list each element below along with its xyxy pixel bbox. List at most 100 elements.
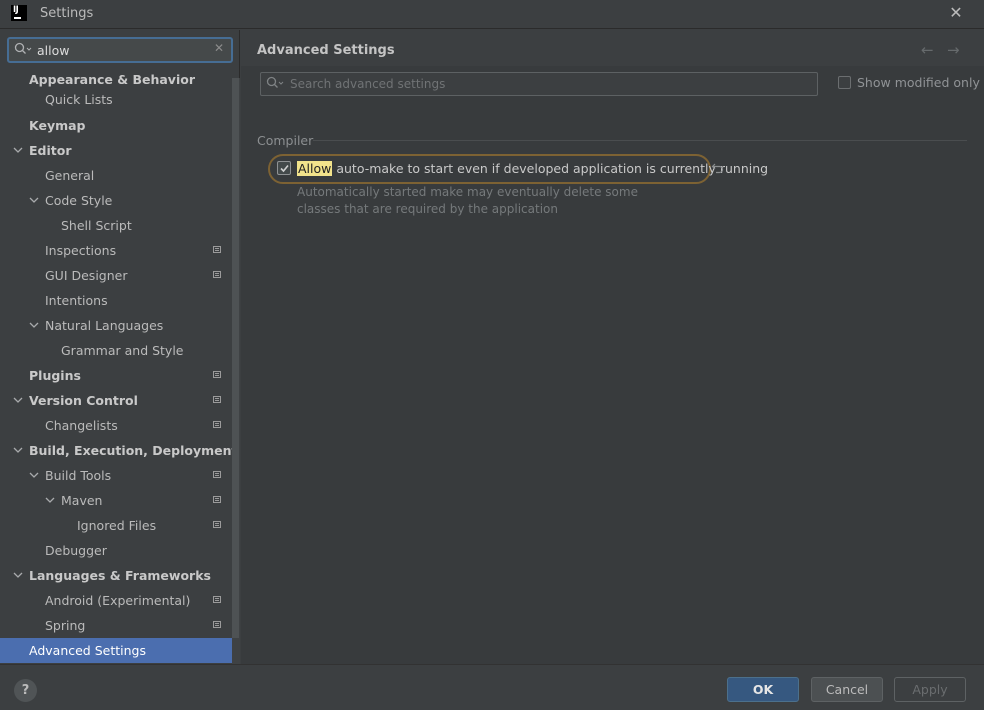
tree-item-label: Languages & Frameworks <box>29 568 211 583</box>
project-settings-icon <box>213 421 221 428</box>
option-label-rest: auto-make to start even if developed app… <box>332 161 769 176</box>
content-header: Advanced Settings ← → <box>241 30 984 66</box>
tree-item-natural-languages[interactable]: Natural Languages <box>0 313 232 338</box>
tree-item-appearance-behavior[interactable]: Appearance & Behavior <box>0 70 232 95</box>
chevron-down-icon[interactable] <box>12 563 24 588</box>
reset-to-default-icon[interactable] <box>711 162 725 177</box>
tree-item-label: Debugger <box>45 543 107 558</box>
tree-item-advanced-settings[interactable]: Advanced Settings <box>0 638 240 663</box>
tree-item-label: Editor <box>29 143 72 158</box>
tree-item-gui-designer[interactable]: GUI Designer <box>0 263 232 288</box>
allow-auto-make-checkbox[interactable] <box>277 161 291 175</box>
chevron-down-icon[interactable] <box>12 438 24 463</box>
tree-item-changelists[interactable]: Changelists <box>0 413 232 438</box>
advanced-settings-search-box[interactable] <box>260 72 818 96</box>
tree-item-build-execution-deployment[interactable]: Build, Execution, Deployment <box>0 438 237 463</box>
tree-item-label: Spring <box>45 618 86 633</box>
chevron-down-icon[interactable] <box>12 138 24 163</box>
ok-button[interactable]: OK <box>727 677 799 702</box>
project-settings-icon <box>213 371 221 378</box>
tree-item-editor[interactable]: Editor <box>0 138 232 163</box>
tree-item-label: Build Tools <box>45 468 112 483</box>
tree-item-code-style[interactable]: Code Style <box>0 188 232 213</box>
project-settings-icon <box>213 496 221 503</box>
tree-item-label: Grammar and Style <box>61 343 184 358</box>
chevron-down-icon[interactable] <box>12 388 24 413</box>
show-modified-only-label: Show modified only <box>857 75 980 90</box>
intellij-app-icon: IJ <box>11 5 27 21</box>
tree-item-quick-lists[interactable]: Quick Lists <box>0 92 232 113</box>
option-description: Automatically started make may eventuall… <box>297 185 638 216</box>
tree-item-maven[interactable]: Maven <box>0 488 232 513</box>
tree-item-label: Changelists <box>45 418 118 433</box>
tree-item-label: Appearance & Behavior <box>29 72 195 87</box>
sidebar-scrollbar-thumb[interactable] <box>232 78 239 638</box>
tree-item-intentions[interactable]: Intentions <box>0 288 232 313</box>
back-arrow-icon[interactable]: ← <box>921 41 934 59</box>
settings-tree: Appearance & Behavior Quick Lists Keymap… <box>0 70 240 663</box>
title-bar: IJ Settings ✕ <box>0 0 984 29</box>
section-title-compiler: Compiler <box>257 133 314 148</box>
tree-item-build-tools[interactable]: Build Tools <box>0 463 232 488</box>
help-button[interactable]: ? <box>14 679 37 702</box>
search-icon <box>266 76 284 93</box>
checkbox-box[interactable] <box>838 76 851 89</box>
dialog-footer: ? OK Cancel Apply <box>0 664 984 710</box>
project-settings-icon <box>213 471 221 478</box>
tree-item-shell-script[interactable]: Shell Script <box>0 213 232 238</box>
search-term-highlight: Allow <box>297 161 333 176</box>
project-settings-icon <box>213 596 221 603</box>
section-divider <box>313 140 967 141</box>
forward-arrow-icon[interactable]: → <box>947 41 960 59</box>
project-settings-icon <box>213 621 221 628</box>
tree-item-label: Intentions <box>45 293 108 308</box>
project-settings-icon <box>213 521 221 528</box>
chevron-down-icon[interactable] <box>44 488 56 513</box>
tree-item-label: Code Style <box>45 193 113 208</box>
tree-item-label: Maven <box>61 493 103 508</box>
cancel-button[interactable]: Cancel <box>811 677 883 702</box>
project-settings-icon <box>213 271 221 278</box>
tree-item-label: Keymap <box>29 118 86 133</box>
tree-item-label: Android (Experimental) <box>45 593 191 608</box>
tree-item-label: GUI Designer <box>45 268 128 283</box>
tree-item-label: General <box>45 168 95 183</box>
tree-item-languages-frameworks[interactable]: Languages & Frameworks <box>0 563 232 588</box>
tree-item-inspections[interactable]: Inspections <box>0 238 232 263</box>
tree-item-label: Natural Languages <box>45 318 164 333</box>
settings-search-box[interactable]: ✕ <box>7 37 233 63</box>
advanced-settings-search-input[interactable] <box>290 76 790 92</box>
tree-item-label: Advanced Settings <box>29 643 146 658</box>
tree-item-label: Ignored Files <box>77 518 157 533</box>
tree-item-label: Inspections <box>45 243 117 258</box>
chevron-down-icon[interactable] <box>28 188 40 213</box>
tree-item-debugger[interactable]: Debugger <box>0 538 232 563</box>
tree-item-general[interactable]: General <box>0 163 232 188</box>
tree-item-label: Version Control <box>29 393 138 408</box>
settings-search-input[interactable] <box>37 41 207 59</box>
project-settings-icon <box>213 246 221 253</box>
page-title: Advanced Settings <box>257 43 395 58</box>
chevron-down-icon[interactable] <box>28 463 40 488</box>
tree-item-grammar-and-style[interactable]: Grammar and Style <box>0 338 232 363</box>
advanced-settings-content: Show modified only Compiler Allow auto-m… <box>241 66 984 664</box>
tree-item-keymap[interactable]: Keymap <box>0 113 232 138</box>
search-icon <box>14 42 32 59</box>
clear-search-icon[interactable]: ✕ <box>214 41 224 55</box>
apply-button[interactable]: Apply <box>894 677 966 702</box>
tree-item-version-control[interactable]: Version Control <box>0 388 232 413</box>
tree-item-ignored-files[interactable]: Ignored Files <box>0 513 232 538</box>
tree-item-plugins[interactable]: Plugins <box>0 363 232 388</box>
window-title: Settings <box>40 6 94 21</box>
tree-item-label: Build, Execution, Deployment <box>29 443 238 458</box>
tree-item-label: Plugins <box>29 368 81 383</box>
project-settings-icon <box>213 396 221 403</box>
tree-item-label: Quick Lists <box>45 92 113 107</box>
allow-auto-make-label[interactable]: Allow auto-make to start even if develop… <box>297 161 768 176</box>
tree-item-android-experimental[interactable]: Android (Experimental) <box>0 588 232 613</box>
tree-item-spring[interactable]: Spring <box>0 613 232 638</box>
settings-sidebar: ✕ Appearance & Behavior Quick Lists Keym… <box>0 30 240 664</box>
close-icon[interactable]: ✕ <box>946 3 966 23</box>
tree-item-label: Shell Script <box>61 218 132 233</box>
chevron-down-icon[interactable] <box>28 313 40 338</box>
